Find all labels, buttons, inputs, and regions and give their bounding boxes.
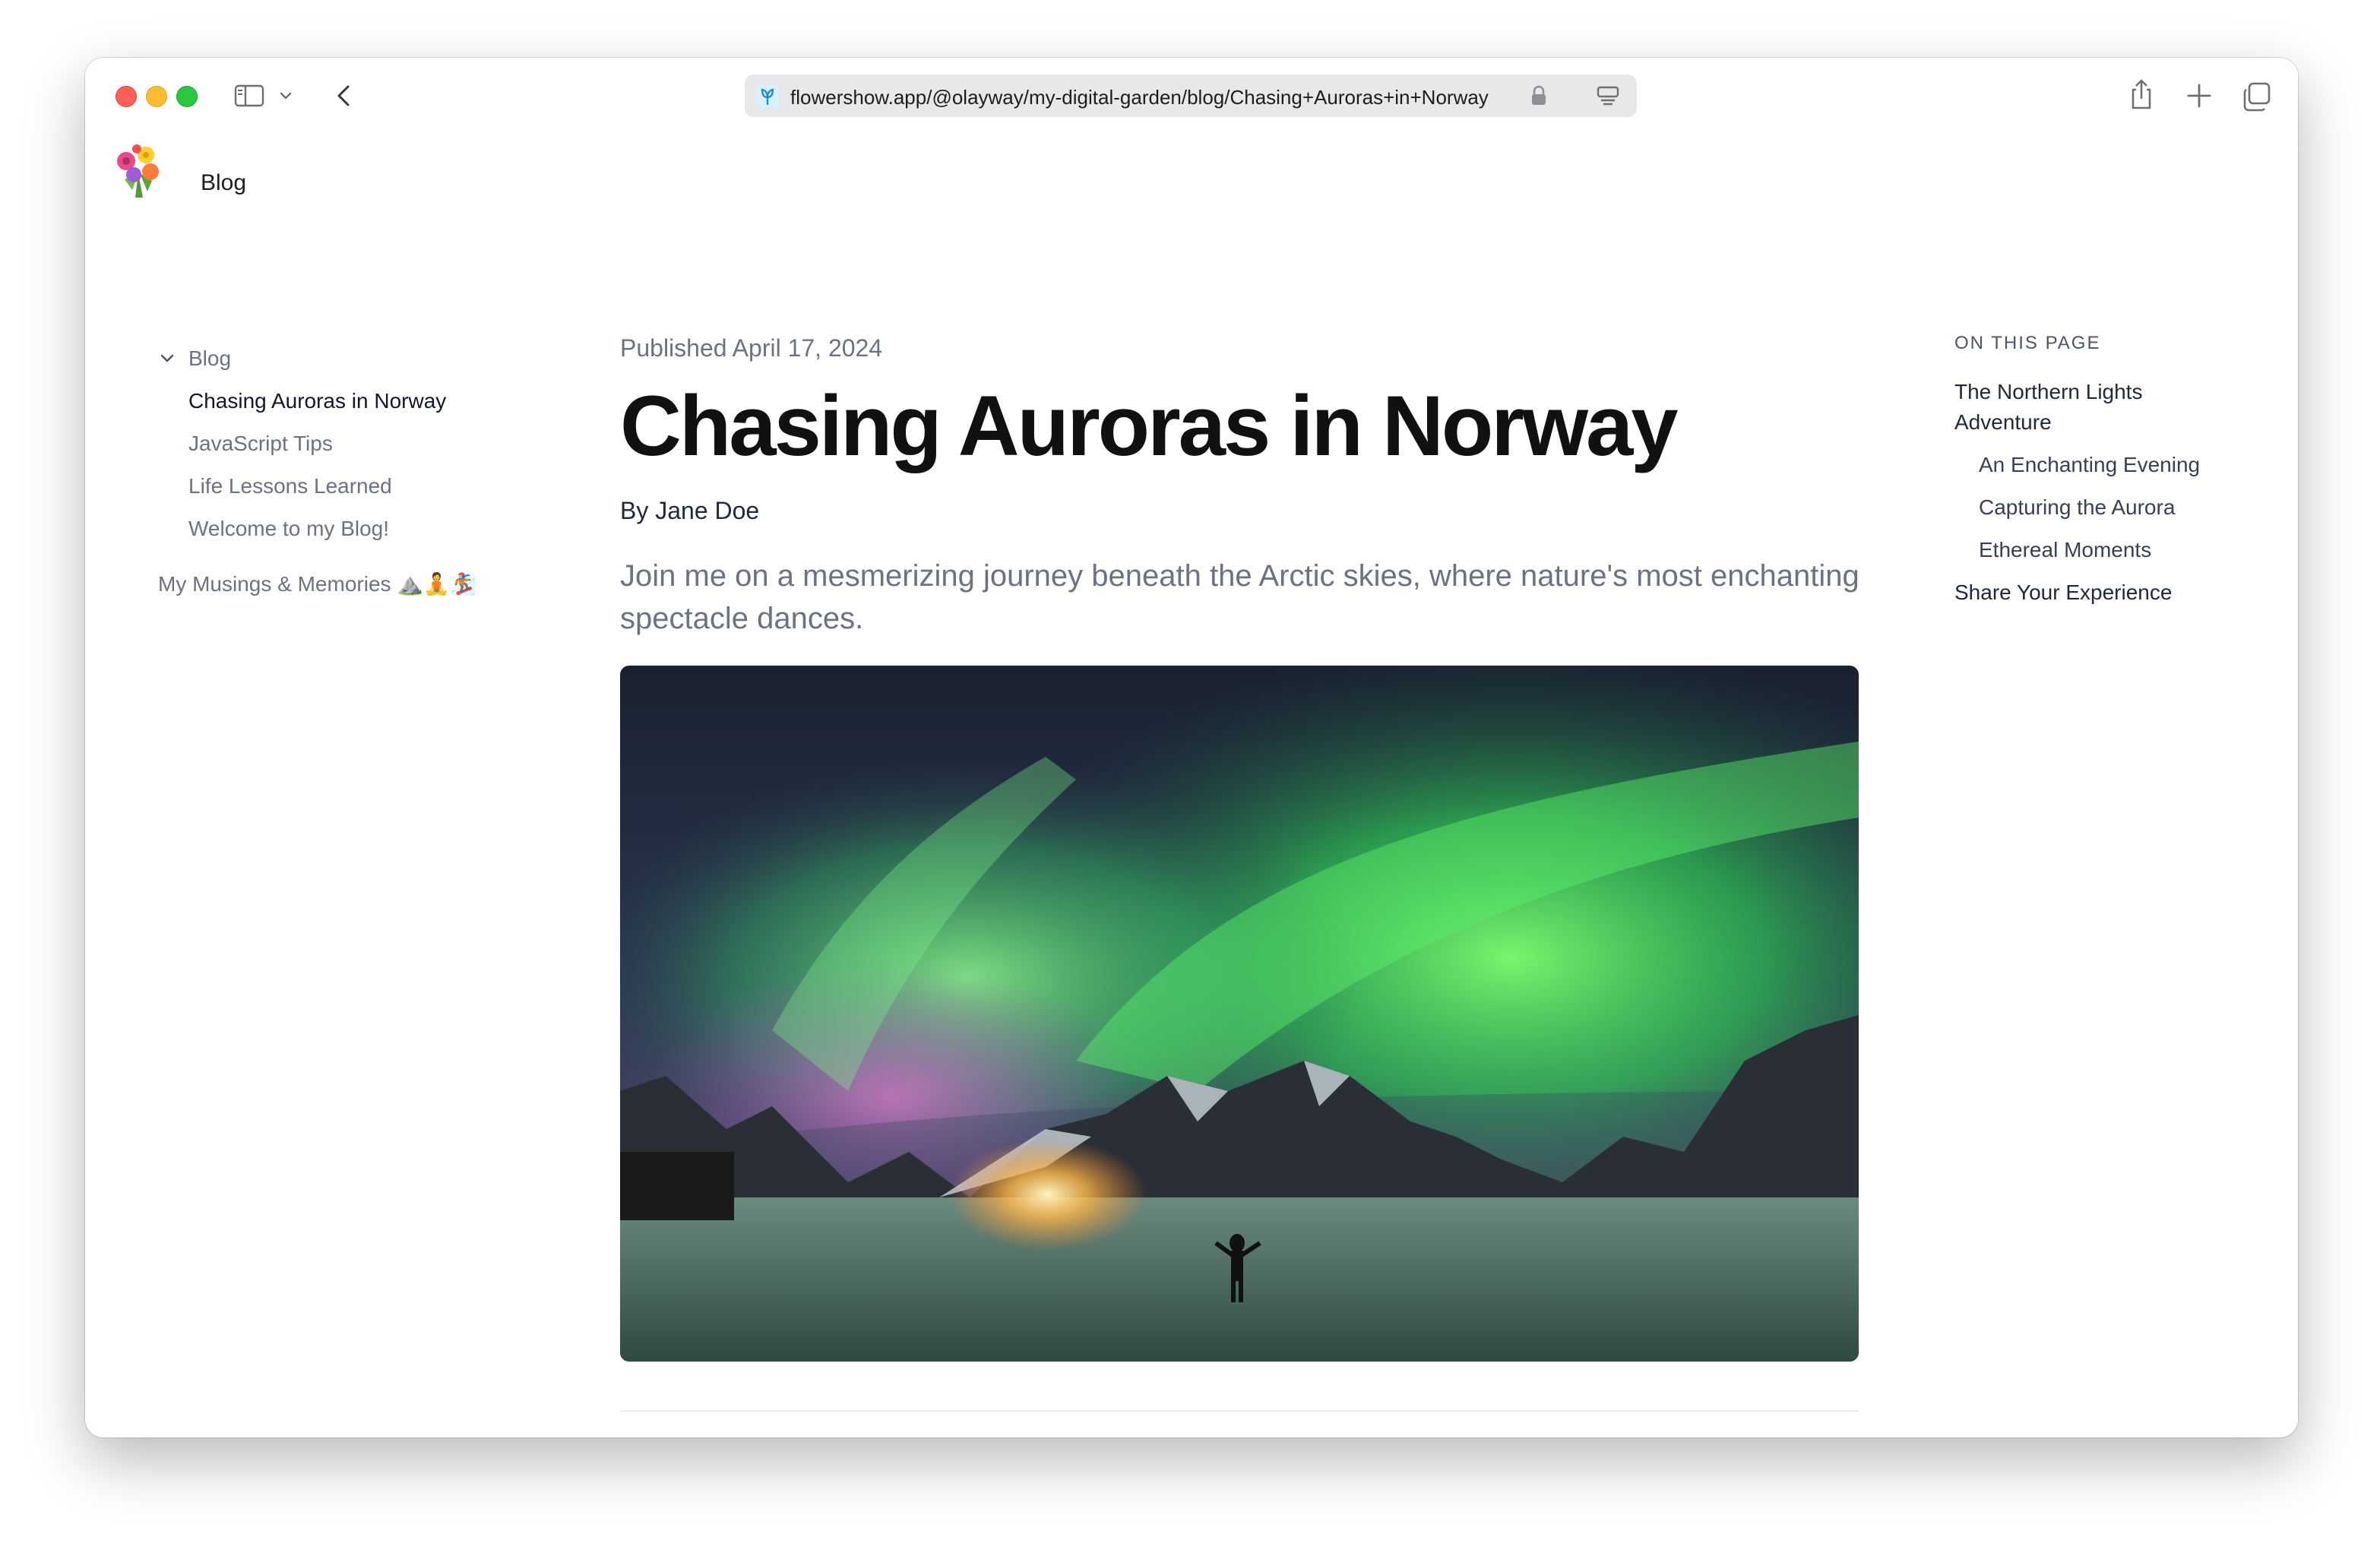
share-icon[interactable] xyxy=(2126,78,2157,111)
content-divider xyxy=(620,1410,1859,1412)
author-byline: By Jane Doe xyxy=(620,497,760,524)
toc-item-enchanting-evening[interactable]: An Enchanting Evening xyxy=(1979,450,2200,480)
sidebar-item-chasing-auroras[interactable]: Chasing Auroras in Norway xyxy=(188,389,446,413)
toc-item-ethereal-moments[interactable]: Ethereal Moments xyxy=(1979,535,2151,565)
address-bar[interactable]: flowershow.app/@olayway/my-digital-garde… xyxy=(745,74,1637,117)
toc-item-northern-lights[interactable]: The Northern Lights Adventure xyxy=(1954,377,2198,438)
published-date: Published April 17, 2024 xyxy=(620,334,883,362)
close-window-button[interactable] xyxy=(116,86,137,107)
back-icon[interactable] xyxy=(330,81,360,111)
aurora-photo xyxy=(620,666,1859,1362)
sidebar-item-javascript-tips[interactable]: JavaScript Tips xyxy=(188,432,333,456)
sidebar-item-life-lessons[interactable]: Life Lessons Learned xyxy=(188,474,392,498)
page-title: Chasing Auroras in Norway xyxy=(620,378,1679,473)
site-title[interactable]: Blog xyxy=(201,170,246,196)
chevron-down-icon[interactable] xyxy=(278,88,293,103)
sidebar-section-musings[interactable]: My Musings & Memories ⛰️🧘🏂 xyxy=(158,571,476,596)
sidebar-item-welcome[interactable]: Welcome to my Blog! xyxy=(188,517,389,541)
toc-item-share-experience[interactable]: Share Your Experience xyxy=(1954,577,2172,608)
browser-toolbar: flowershow.app/@olayway/my-digital-garde… xyxy=(85,58,2298,134)
article-description: Join me on a mesmerizing journey beneath… xyxy=(620,559,1859,635)
reader-icon[interactable] xyxy=(1596,85,1620,106)
sidebar-toggle-icon[interactable] xyxy=(234,81,264,111)
toc-item-capturing-aurora[interactable]: Capturing the Aurora xyxy=(1979,492,2175,523)
minimize-window-button[interactable] xyxy=(146,86,167,107)
new-tab-icon[interactable] xyxy=(2184,81,2214,111)
sidebar-section-blog[interactable]: Blog xyxy=(188,346,231,371)
toc-heading: ON THIS PAGE xyxy=(1954,333,2101,353)
site-header xyxy=(85,134,2298,225)
aurora-hero-image xyxy=(620,666,1859,1362)
tabs-overview-icon[interactable] xyxy=(2240,81,2274,114)
url-text: flowershow.app/@olayway/my-digital-garde… xyxy=(790,86,1489,109)
bouquet-logo-icon[interactable] xyxy=(109,143,167,201)
flowershow-favicon-icon xyxy=(756,84,779,107)
maximize-window-button[interactable] xyxy=(176,86,198,107)
chevron-down-icon[interactable] xyxy=(158,350,176,368)
browser-window: flowershow.app/@olayway/my-digital-garde… xyxy=(85,58,2298,1438)
lock-icon xyxy=(1532,85,1546,105)
